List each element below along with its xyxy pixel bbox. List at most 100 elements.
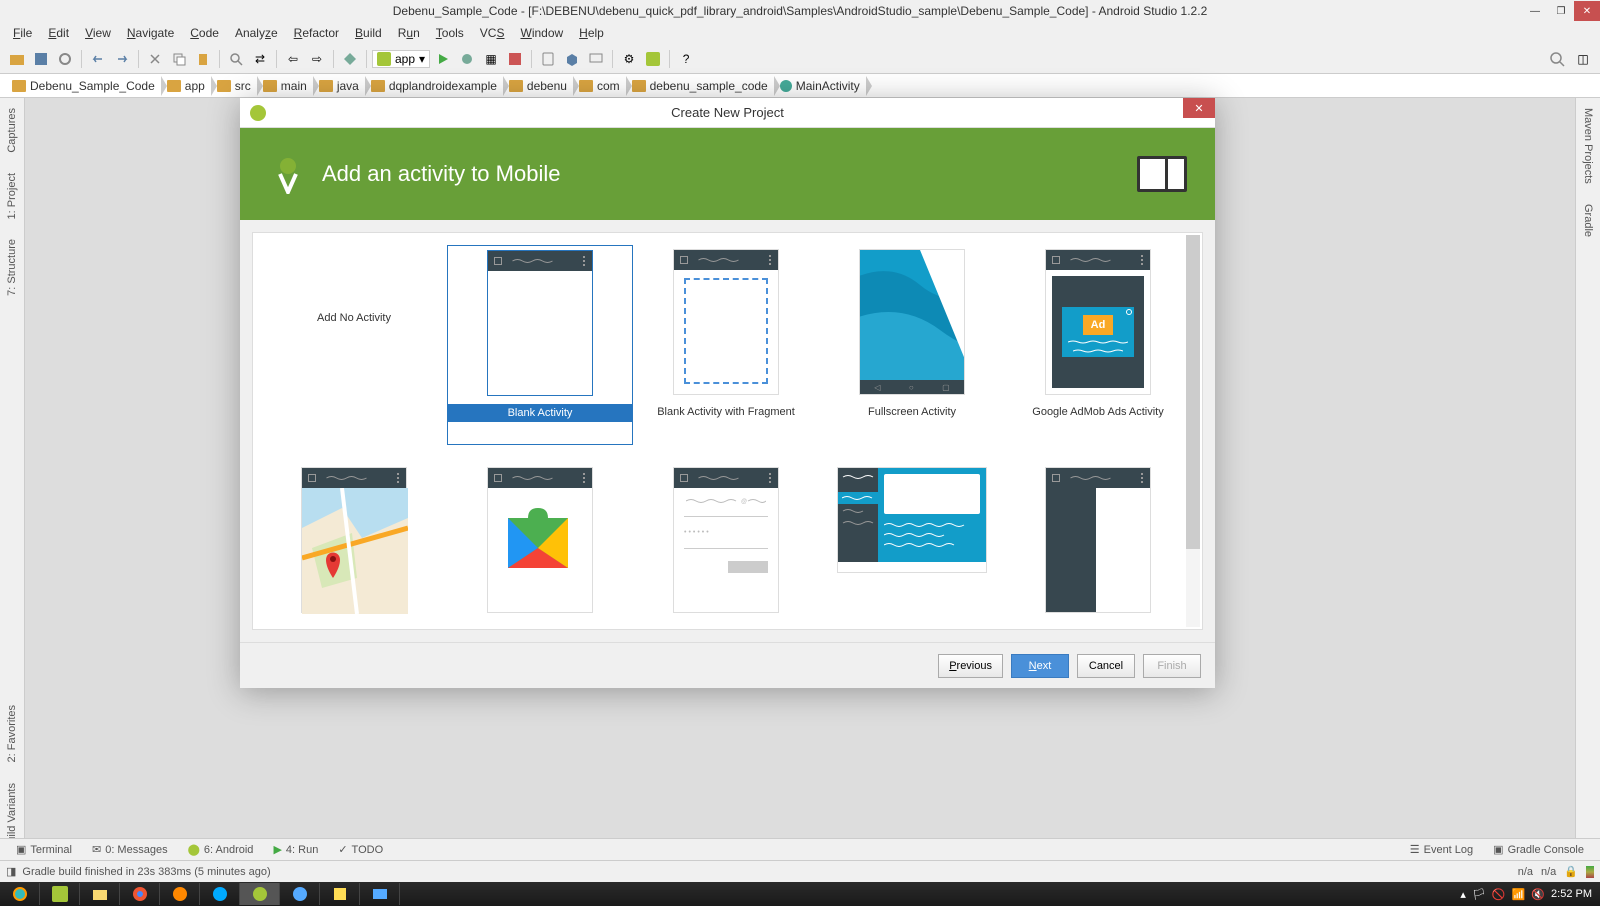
menu-tools[interactable]: Tools bbox=[429, 24, 471, 42]
android-icon[interactable] bbox=[642, 48, 664, 70]
cancel-button[interactable]: Cancel bbox=[1077, 654, 1135, 678]
run-config-selector[interactable]: app ▾ bbox=[372, 50, 430, 68]
breadcrumb-item[interactable]: dqplandroidexample bbox=[365, 79, 503, 93]
breadcrumb-item[interactable]: app bbox=[161, 79, 211, 93]
taskbar-android-studio[interactable] bbox=[240, 883, 280, 905]
monitor-icon[interactable] bbox=[585, 48, 607, 70]
menu-code[interactable]: Code bbox=[183, 24, 226, 42]
paste-icon[interactable] bbox=[192, 48, 214, 70]
taskbar-firefox[interactable] bbox=[160, 883, 200, 905]
activity-option-play-services[interactable] bbox=[447, 463, 633, 630]
run-icon[interactable] bbox=[432, 48, 454, 70]
help-icon[interactable]: ? bbox=[675, 48, 697, 70]
breadcrumb-item[interactable]: debenu bbox=[503, 79, 573, 93]
vertical-scrollbar[interactable] bbox=[1186, 235, 1200, 627]
tab-run[interactable]: ▶4: Run bbox=[263, 843, 328, 856]
tab-captures[interactable]: Captures bbox=[4, 98, 20, 163]
menu-file[interactable]: File bbox=[6, 24, 39, 42]
layout-icon[interactable]: ◫ bbox=[1572, 48, 1594, 70]
tab-android[interactable]: ⬤6: Android bbox=[178, 843, 264, 856]
previous-button[interactable]: Previous bbox=[938, 654, 1003, 678]
tab-structure[interactable]: 7: Structure bbox=[4, 229, 20, 306]
taskbar-ie[interactable] bbox=[0, 883, 40, 905]
next-button[interactable]: Next bbox=[1011, 654, 1069, 678]
activity-option-master-detail[interactable] bbox=[819, 463, 1005, 630]
inspector-icon[interactable] bbox=[1586, 866, 1594, 878]
activity-option-drawer[interactable] bbox=[1005, 463, 1191, 630]
debug-icon[interactable] bbox=[456, 48, 478, 70]
menu-vcs[interactable]: VCS bbox=[473, 24, 512, 42]
tab-terminal[interactable]: ▣Terminal bbox=[6, 843, 82, 856]
tray-flag-icon[interactable]: 🏳 bbox=[1472, 888, 1486, 901]
taskbar-skype[interactable] bbox=[200, 883, 240, 905]
minimize-button[interactable]: — bbox=[1522, 1, 1548, 21]
tray-shield-icon[interactable]: 🚫 bbox=[1492, 888, 1506, 901]
sdk-icon[interactable] bbox=[561, 48, 583, 70]
menu-run[interactable]: Run bbox=[391, 24, 427, 42]
coverage-icon[interactable]: ▦ bbox=[480, 48, 502, 70]
menu-view[interactable]: View bbox=[78, 24, 118, 42]
activity-option-login[interactable]: @ •••••• bbox=[633, 463, 819, 630]
breadcrumb-item[interactable]: main bbox=[257, 79, 313, 93]
activity-option-blank[interactable]: Blank Activity bbox=[447, 245, 633, 445]
activity-option-none[interactable]: Add No Activity bbox=[261, 245, 447, 445]
find-icon[interactable] bbox=[225, 48, 247, 70]
menu-window[interactable]: Window bbox=[513, 24, 570, 42]
cut-icon[interactable] bbox=[144, 48, 166, 70]
menu-refactor[interactable]: Refactor bbox=[287, 24, 346, 42]
redo-icon[interactable] bbox=[111, 48, 133, 70]
tray-network-icon[interactable]: 📶 bbox=[1512, 888, 1526, 901]
activity-option-admob[interactable]: Ad Google AdMob Ads Activity bbox=[1005, 245, 1191, 445]
maximize-button[interactable]: ❐ bbox=[1548, 1, 1574, 21]
save-icon[interactable] bbox=[30, 48, 52, 70]
replace-icon[interactable]: ⇄ bbox=[249, 48, 271, 70]
stop-icon[interactable] bbox=[504, 48, 526, 70]
menu-help[interactable]: Help bbox=[572, 24, 611, 42]
taskbar-chrome[interactable] bbox=[120, 883, 160, 905]
settings-icon[interactable]: ⚙ bbox=[618, 48, 640, 70]
dialog-close-button[interactable]: ✕ bbox=[1183, 98, 1215, 118]
tab-gradle-console[interactable]: ▣Gradle Console bbox=[1483, 843, 1594, 856]
menu-build[interactable]: Build bbox=[348, 24, 389, 42]
breadcrumb-item[interactable]: MainActivity bbox=[774, 79, 866, 93]
toggle-tool-windows-icon[interactable]: ◨ bbox=[6, 865, 16, 878]
taskbar-explorer[interactable] bbox=[80, 883, 120, 905]
activity-option-maps[interactable] bbox=[261, 463, 447, 630]
search-icon[interactable] bbox=[1546, 48, 1568, 70]
tray-chevron-up-icon[interactable]: ▴ bbox=[1460, 888, 1466, 901]
taskbar-android[interactable] bbox=[40, 883, 80, 905]
activity-option-fullscreen[interactable]: ◁○▢ Fullscreen Activity bbox=[819, 245, 1005, 445]
sync-icon[interactable] bbox=[54, 48, 76, 70]
taskbar-notes[interactable] bbox=[320, 883, 360, 905]
lock-icon[interactable]: 🔒 bbox=[1564, 865, 1578, 878]
status-na1: n/a bbox=[1518, 866, 1533, 878]
taskbar-app[interactable] bbox=[280, 883, 320, 905]
back-icon[interactable]: ⇦ bbox=[282, 48, 304, 70]
activity-option-fragment[interactable]: Blank Activity with Fragment bbox=[633, 245, 819, 445]
copy-icon[interactable] bbox=[168, 48, 190, 70]
menu-analyze[interactable]: Analyze bbox=[228, 24, 285, 42]
tray-volume-icon[interactable]: 🔇 bbox=[1531, 888, 1545, 901]
breadcrumb-item[interactable]: Debenu_Sample_Code bbox=[6, 79, 161, 93]
tab-project[interactable]: 1: Project bbox=[4, 163, 20, 229]
breadcrumb-item[interactable]: src bbox=[211, 79, 257, 93]
forward-icon[interactable]: ⇨ bbox=[306, 48, 328, 70]
tab-maven[interactable]: Maven Projects bbox=[1580, 98, 1596, 194]
tab-messages[interactable]: ✉0: Messages bbox=[82, 843, 178, 856]
tab-favorites[interactable]: 2: Favorites bbox=[4, 695, 20, 772]
make-icon[interactable] bbox=[339, 48, 361, 70]
menu-navigate[interactable]: Navigate bbox=[120, 24, 181, 42]
tray-clock[interactable]: 2:52 PM bbox=[1551, 888, 1592, 900]
tab-event-log[interactable]: ☰Event Log bbox=[1400, 843, 1483, 856]
breadcrumb-item[interactable]: debenu_sample_code bbox=[626, 79, 774, 93]
tab-gradle[interactable]: Gradle bbox=[1580, 194, 1596, 247]
menu-edit[interactable]: Edit bbox=[41, 24, 76, 42]
avd-icon[interactable] bbox=[537, 48, 559, 70]
undo-icon[interactable] bbox=[87, 48, 109, 70]
close-button[interactable]: ✕ bbox=[1574, 1, 1600, 21]
tab-todo[interactable]: ✓TODO bbox=[328, 843, 393, 856]
open-icon[interactable] bbox=[6, 48, 28, 70]
breadcrumb-item[interactable]: java bbox=[313, 79, 365, 93]
breadcrumb-item[interactable]: com bbox=[573, 79, 626, 93]
taskbar-photos[interactable] bbox=[360, 883, 400, 905]
